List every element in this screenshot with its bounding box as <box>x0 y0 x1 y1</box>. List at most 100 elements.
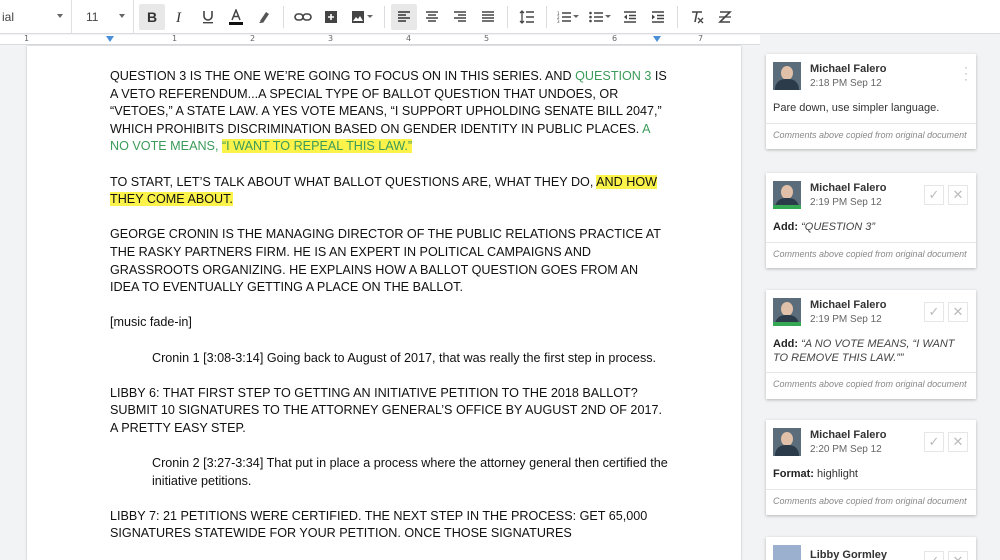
comment-time: 2:19 PM Sep 12 <box>810 197 882 208</box>
reject-suggestion-close-icon[interactable]: ✕ <box>948 432 968 452</box>
suggestion-card[interactable]: Libby Gormley ✓ ✕ <box>766 537 976 560</box>
suggestion-text: Add: “QUESTION 3” <box>766 217 976 242</box>
line-spacing-icon[interactable] <box>514 4 540 30</box>
suggestion-content: highlight <box>817 468 858 480</box>
accept-suggestion-check-icon[interactable]: ✓ <box>924 432 944 452</box>
comment-author: Michael Falero <box>810 299 887 311</box>
suggestion-content: “QUESTION 3” <box>801 221 876 233</box>
ruler-number: 4 <box>406 34 412 43</box>
ruler-number: 1 <box>172 34 178 43</box>
comment-author: Michael Falero <box>810 429 887 441</box>
strikethrough-icon[interactable] <box>712 4 738 30</box>
font-family-value: ial <box>2 9 15 24</box>
suggestion-content: “A NO VOTE MEANS, “I WANT TO REMOVE THIS… <box>773 338 955 364</box>
numbered-list-icon[interactable]: 123 <box>553 4 583 30</box>
formatting-toolbar: ial 11 B I 1 2 3 <box>0 0 1000 34</box>
suggestion-text: Add: “A NO VOTE MEANS, “I WANT TO REMOVE… <box>766 334 976 372</box>
comments-panel: Michael Falero 2:18 PM Sep 12 · · · Pare d… <box>760 35 1000 560</box>
paragraph-cronin-2[interactable]: Cronin 2 [3:27-3:34] That put in place a… <box>110 455 670 490</box>
accept-suggestion-check-icon[interactable]: ✓ <box>924 185 944 205</box>
paragraph-to-start[interactable]: TO START, LET’S TALK ABOUT WHAT BALLOT Q… <box>110 174 670 209</box>
suggestion-card[interactable]: Michael Falero 2:19 PM Sep 12 ✓ ✕ Add: “… <box>766 173 976 268</box>
toolbar-divider <box>677 5 678 28</box>
more-options-icon[interactable]: · · · <box>964 61 968 85</box>
suggestion-card[interactable]: Michael Falero 2:19 PM Sep 12 ✓ ✕ Add: “… <box>766 290 976 399</box>
text-run: QUESTION 3 IS THE ONE WE’RE GOING TO FOC… <box>110 69 576 83</box>
avatar <box>773 428 801 456</box>
comment-footer: Comments above copied from original docu… <box>766 241 976 269</box>
comment-author: Libby Gormley <box>810 549 888 560</box>
image-icon[interactable] <box>346 4 378 30</box>
bold-icon[interactable]: B <box>139 3 165 30</box>
increase-indent-icon[interactable] <box>645 4 671 30</box>
toolbar-divider <box>384 5 385 28</box>
comment-card[interactable]: Michael Falero 2:18 PM Sep 12 · · · Pare d… <box>766 54 976 149</box>
comment-footer: Comments above copied from original docu… <box>766 488 976 516</box>
highlight-icon[interactable] <box>251 4 277 30</box>
ruler-number: 1 <box>24 34 30 43</box>
suggested-insertion[interactable]: QUESTION 3 <box>575 69 651 83</box>
svg-text:I: I <box>175 10 182 24</box>
ruler-number: 5 <box>484 34 490 43</box>
chevron-down-icon <box>605 15 611 18</box>
link-icon[interactable] <box>290 4 316 30</box>
ruler[interactable]: 1 1 2 3 4 5 6 7 <box>0 34 760 45</box>
align-left-icon[interactable] <box>391 3 417 30</box>
justify-icon[interactable] <box>475 4 501 30</box>
chevron-down-icon <box>573 15 579 18</box>
toolbar-divider <box>507 5 508 28</box>
align-center-icon[interactable] <box>419 4 445 30</box>
comment-text: Pare down, use simpler language. <box>773 102 940 114</box>
comment-time: 2:18 PM Sep 12 <box>810 78 882 89</box>
comment-author: Michael Falero <box>810 182 887 194</box>
font-family-select[interactable]: ial <box>0 0 72 34</box>
align-right-icon[interactable] <box>447 4 473 30</box>
right-indent-marker-icon[interactable] <box>653 36 661 42</box>
avatar <box>773 545 801 560</box>
svg-text:3: 3 <box>557 19 560 23</box>
suggestion-type: Format: <box>773 468 814 480</box>
comment-footer: Comments above copied from original docu… <box>766 372 976 399</box>
paragraph-question3[interactable]: QUESTION 3 IS THE ONE WE’RE GOING TO FOC… <box>110 68 670 156</box>
reject-suggestion-close-icon[interactable]: ✕ <box>948 185 968 205</box>
comment-time: 2:20 PM Sep 12 <box>810 444 882 455</box>
ruler-number: 3 <box>328 34 334 43</box>
chevron-down-icon <box>367 15 373 18</box>
toolbar-divider <box>283 5 284 28</box>
avatar <box>773 62 801 90</box>
suggestion-card[interactable]: Michael Falero 2:20 PM Sep 12 ✓ ✕ Format… <box>766 420 976 515</box>
decrease-indent-icon[interactable] <box>617 4 643 30</box>
text-run: TO START, LET’S TALK ABOUT WHAT BALLOT Q… <box>110 174 597 189</box>
accept-suggestion-check-icon[interactable]: ✓ <box>924 302 944 322</box>
font-size-select[interactable]: 11 <box>72 0 134 34</box>
reject-suggestion-close-icon[interactable]: ✕ <box>948 302 968 322</box>
chevron-down-icon <box>57 13 63 18</box>
clear-formatting-icon[interactable] <box>684 4 710 30</box>
comment-icon[interactable] <box>318 4 344 30</box>
document-page[interactable]: QUESTION 3 IS THE ONE WE’RE GOING TO FOC… <box>27 46 741 560</box>
suggested-highlight[interactable]: “I WANT TO REPEAL THIS LAW.” <box>221 139 413 154</box>
paragraph-george-cronin[interactable]: GEORGE CRONIN IS THE MANAGING DIRECTOR O… <box>110 226 670 296</box>
reject-suggestion-close-icon[interactable]: ✕ <box>948 551 968 560</box>
suggestion-type: Add: <box>773 338 799 350</box>
suggestion-type: Add: <box>773 221 799 233</box>
ruler-number: 7 <box>698 34 704 43</box>
ruler-number: 2 <box>250 34 256 43</box>
chevron-down-icon <box>119 13 125 18</box>
underline-icon[interactable] <box>195 4 221 30</box>
toolbar-divider <box>546 5 547 28</box>
paragraph-libby-6[interactable]: LIBBY 6: THAT FIRST STEP TO GETTING AN I… <box>110 385 670 438</box>
document-body[interactable]: QUESTION 3 IS THE ONE WE’RE GOING TO FOC… <box>110 68 670 560</box>
bulleted-list-icon[interactable] <box>585 4 615 30</box>
comment-footer: Comments above copied from original docu… <box>766 122 976 150</box>
accept-suggestion-check-icon[interactable]: ✓ <box>924 551 944 560</box>
font-size-value: 11 <box>86 9 99 24</box>
indent-marker-icon[interactable] <box>106 36 114 42</box>
avatar <box>773 298 801 326</box>
text-color-icon[interactable] <box>223 4 249 30</box>
paragraph-cronin-1[interactable]: Cronin 1 [3:08-3:14] Going back to Augus… <box>110 350 670 368</box>
suggestion-text: Format: highlight <box>766 464 976 489</box>
paragraph-libby-7[interactable]: LIBBY 7: 21 PETITIONS WERE CERTIFIED. TH… <box>110 508 670 543</box>
italic-icon[interactable]: I <box>167 4 193 30</box>
paragraph-music-cue[interactable]: [music fade-in] <box>110 314 670 332</box>
